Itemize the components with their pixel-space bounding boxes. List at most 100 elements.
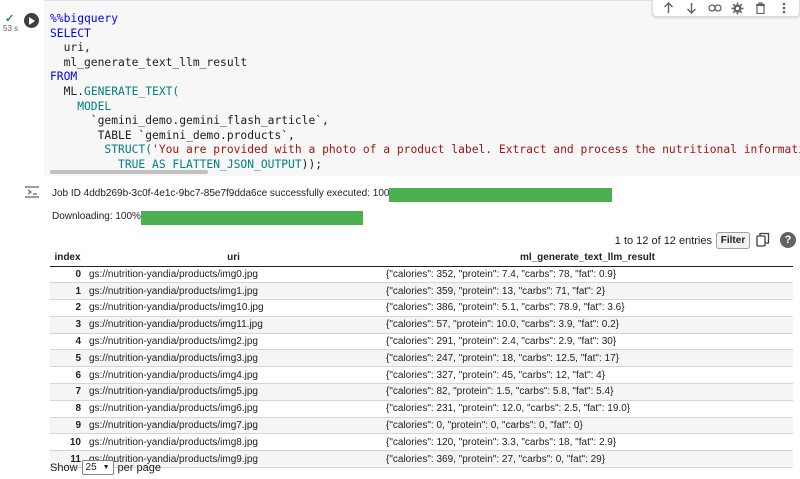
row-uri: gs://nutrition-yandia/products/img8.jpg [85, 433, 382, 451]
run-cell-button[interactable] [24, 13, 39, 28]
row-uri: gs://nutrition-yandia/products/img11.jpg [85, 315, 382, 334]
row-uri: gs://nutrition-yandia/products/img4.jpg [85, 366, 382, 384]
row-uri: gs://nutrition-yandia/products/img2.jpg [85, 332, 382, 350]
row-result: {"calories": 120, "protein": 3.3, "carbs… [382, 433, 793, 451]
row-result: {"calories": 57, "protein": 10.0, "carbs… [382, 315, 793, 334]
table-row: 6 gs://nutrition-yandia/products/img4.jpg… [50, 366, 793, 384]
row-result: {"calories": 231, "protein": 12.0, "carb… [382, 399, 793, 418]
show-label: Show [50, 461, 78, 474]
row-result: {"calories": 327, "protein": 45, "carbs"… [382, 366, 793, 384]
row-result: {"calories": 352, "protein": 7.4, "carbs… [382, 265, 793, 283]
row-uri: gs://nutrition-yandia/products/img5.jpg [85, 383, 382, 401]
column-header-uri[interactable]: uri [85, 249, 382, 267]
horizontal-scrollbar[interactable] [50, 170, 208, 174]
table-row: 3 gs://nutrition-yandia/products/img11.jp… [50, 315, 793, 334]
code-editor[interactable]: %%bigquery SELECT uri, ml_generate_text_l… [50, 12, 800, 173]
row-uri: gs://nutrition-yandia/products/img6.jpg [85, 399, 382, 418]
chevron-down-icon: ▼ [102, 464, 110, 471]
row-index: 4 [50, 332, 85, 350]
execution-time: 53 s [3, 24, 19, 33]
code-token: uri, [50, 41, 91, 55]
more-icon[interactable] [776, 1, 792, 15]
table-row: 4 gs://nutrition-yandia/products/img2.jpg… [50, 332, 793, 350]
code-line: uri, [50, 41, 800, 56]
filter-button[interactable]: Filter [716, 232, 750, 249]
link-icon[interactable] [707, 1, 723, 15]
table-row: 10 gs://nutrition-yandia/products/img8.jp… [50, 433, 793, 451]
row-uri: gs://nutrition-yandia/products/img7.jpg [85, 416, 382, 434]
output-toggle-icon[interactable] [24, 185, 40, 199]
row-result: {"calories": 82, "protein": 1.5, "carbs"… [382, 383, 793, 401]
row-result: {"calories": 359, "protein": 13, "carbs"… [382, 282, 793, 300]
code-line: FROM [50, 70, 800, 85]
table-row: 11 gs://nutrition-yandia/products/img9.jp… [50, 450, 793, 469]
row-uri: gs://nutrition-yandia/products/img3.jpg [85, 349, 382, 367]
row-uri: gs://nutrition-yandia/products/img0.jpg [85, 265, 382, 283]
row-index: 10 [50, 433, 85, 451]
trash-icon[interactable] [753, 1, 769, 15]
code-line: SELECT [50, 27, 800, 42]
arrow-up-icon[interactable] [661, 1, 677, 15]
column-header-index[interactable]: index [50, 249, 85, 267]
row-index: 1 [50, 282, 85, 300]
row-result: {"calories": 0, "protein": 0, "carbs": 0… [382, 416, 793, 434]
code-token: ml_generate_text_llm_result [50, 55, 248, 69]
row-index: 3 [50, 315, 85, 334]
row-index: 7 [50, 383, 85, 401]
cell-output: Job ID 4ddb269b-3c0f-4e1c-9bc7-85e7f9dda… [44, 176, 800, 479]
results-table: index uri ml_generate_text_llm_result 0g… [50, 249, 793, 469]
table-row: 1 gs://nutrition-yandia/products/img1.jpg… [50, 282, 793, 300]
copy-icon[interactable] [756, 232, 770, 248]
row-uri: gs://nutrition-yandia/products/img10.jpg [85, 299, 382, 317]
code-line: TABLE `gemini_demo.products`, [50, 129, 800, 144]
code-token: SELECT [50, 26, 91, 40]
code-token: GENERATE_TEXT( [84, 84, 180, 98]
row-index: 5 [50, 349, 85, 367]
column-header-result[interactable]: ml_generate_text_llm_result [382, 249, 793, 267]
code-line: STRUCT('You are provided with a photo of… [50, 143, 800, 158]
download-status-text: Downloading: 100% [52, 211, 141, 222]
pager-info: 1 to 12 of 12 entries [614, 235, 712, 247]
code-token: %%bigquery [50, 12, 119, 25]
table-row: 5 gs://nutrition-yandia/products/img3.jpg… [50, 349, 793, 367]
row-index: 9 [50, 416, 85, 434]
row-index: 6 [50, 366, 85, 384]
gear-icon[interactable] [730, 1, 746, 15]
code-token: )); [301, 157, 323, 171]
row-result: {"calories": 386, "protein": 5.1, "carbs… [382, 299, 793, 317]
per-page-select[interactable]: 25 ▼ [81, 460, 114, 475]
code-line: ml_generate_text_llm_result [50, 56, 800, 71]
code-line: `gemini_demo.gemini_flash_article`, [50, 114, 800, 129]
row-index: 8 [50, 399, 85, 418]
job-progress-bar [389, 188, 612, 202]
code-token: 'You are provided with a photo of a prod… [152, 143, 800, 157]
job-status: Job ID 4ddb269b-3c0f-4e1c-9bc7-85e7f9dda… [52, 188, 612, 202]
row-index: 0 [50, 265, 85, 283]
job-status-text: Job ID 4ddb269b-3c0f-4e1c-9bc7-85e7f9dda… [52, 188, 399, 199]
arrow-down-icon[interactable] [684, 1, 700, 15]
code-line: ML.GENERATE_TEXT( [50, 85, 800, 100]
row-uri: gs://nutrition-yandia/products/img1.jpg [85, 282, 382, 300]
table-row: 7 gs://nutrition-yandia/products/img5.jpg… [50, 383, 793, 401]
row-index: 2 [50, 299, 85, 317]
code-token: STRUCT( [104, 143, 153, 157]
code-token: MODEL [50, 99, 112, 113]
row-result: {"calories": 369, "protein": 27, "carbs"… [382, 450, 793, 469]
table-row: 0 gs://nutrition-yandia/products/img0.jpg… [50, 265, 793, 283]
per-page-label: per page [117, 461, 161, 474]
table-row: 8 gs://nutrition-yandia/products/img6.jpg… [50, 399, 793, 418]
code-token: TABLE `gemini_demo.products`, [50, 128, 295, 142]
cell-toolbar [652, 0, 800, 17]
code-token: TRUE AS FLATTEN_JSON_OUTPUT [50, 157, 302, 171]
row-result: {"calories": 247, "protein": 18, "carbs"… [382, 349, 793, 367]
code-line: MODEL [50, 100, 800, 115]
per-page-control: Show 25 ▼ per page [50, 460, 161, 475]
download-progress-bar [141, 211, 363, 225]
table-row: 9 gs://nutrition-yandia/products/img7.jpg… [50, 416, 793, 434]
code-cell[interactable]: %%bigquery SELECT uri, ml_generate_text_l… [44, 0, 800, 176]
download-status: Downloading: 100% [52, 211, 363, 225]
per-page-value: 25 [85, 462, 97, 473]
code-token: `gemini_demo.gemini_flash_article`, [50, 114, 329, 128]
help-icon[interactable]: ? [780, 232, 796, 248]
